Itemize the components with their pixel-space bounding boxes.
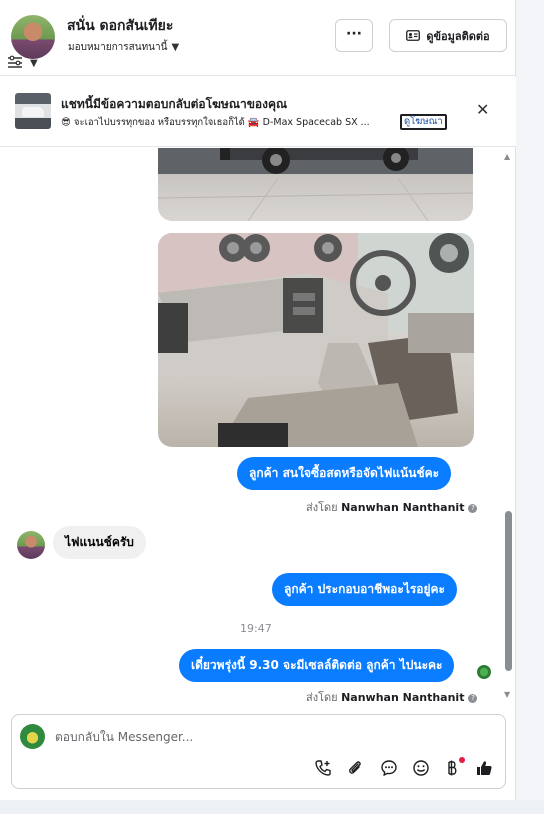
conversation-header: ▼ สนั่น ดอกสันเทียะ มอบหมายการสนทนานี้ ▼ …: [0, 0, 516, 76]
ad-reply-banner: แชทนี้มีข้อความตอบกลับต่อโฆษณาของคุณ 😎 จ…: [0, 77, 516, 147]
scrollbar-thumb[interactable]: [505, 511, 512, 671]
sender-name: Nanwhan Nanthanit: [341, 501, 465, 514]
chevron-down-icon: ▼: [171, 42, 180, 53]
contact-avatar-small[interactable]: [17, 531, 45, 559]
message-thread: ลูกค้า สนใจซื้อสดหรือจัดไฟแน้นช์คะ ส่งโด…: [0, 148, 516, 708]
message-composer: [11, 714, 506, 789]
window-edge: [516, 0, 544, 814]
contact-name: สนั่น ดอกสันเทียะ: [67, 18, 174, 34]
sliders-icon[interactable]: [7, 55, 23, 69]
sent-by-prefix: ส่งโดย: [306, 691, 338, 704]
more-options-button[interactable]: ···: [335, 19, 373, 52]
message-bubble-outgoing[interactable]: ลูกค้า ประกอบอาชีพอะไรอยู่คะ: [272, 573, 458, 606]
ad-banner-description: 😎 จะเอาไปบรรทุกของ หรือบรรทุกใจเธอก็ได้ …: [61, 117, 370, 128]
baht-payment-icon[interactable]: [443, 759, 461, 777]
view-contact-info-label: ดูข้อมูลติดต่อ: [426, 29, 490, 43]
conversation-panel: ▼ สนั่น ดอกสันเทียะ มอบหมายการสนทนานี้ ▼ …: [0, 0, 516, 800]
sent-by-prefix: ส่งโดย: [306, 501, 338, 514]
close-icon[interactable]: ✕: [476, 100, 489, 119]
call-add-icon[interactable]: [314, 759, 332, 777]
thumbs-up-icon[interactable]: [475, 759, 493, 777]
paperclip-icon[interactable]: [346, 759, 364, 777]
view-ad-link[interactable]: ดูโฆษณา: [400, 114, 447, 130]
window-edge-bottom: [0, 800, 544, 814]
assign-conversation-dropdown[interactable]: มอบหมายการสนทนานี้ ▼: [68, 40, 179, 55]
contact-card-icon: [406, 30, 421, 41]
message-timestamp: 19:47: [240, 622, 272, 635]
reply-input[interactable]: [55, 730, 475, 744]
chevron-down-icon[interactable]: ▼: [30, 58, 38, 69]
sent-by-label: ส่งโดย Nanwhan Nanthanit?: [306, 498, 478, 516]
contact-avatar[interactable]: [11, 15, 55, 59]
scroll-up-arrow-icon[interactable]: ▲: [504, 152, 510, 161]
assign-label: มอบหมายการสนทนานี้: [68, 42, 168, 53]
message-bubble-incoming[interactable]: ไฟแนนช์ครับ: [53, 526, 146, 559]
page-avatar: [20, 724, 45, 749]
notification-dot: [459, 757, 465, 763]
attached-photo-car-interior[interactable]: [158, 233, 474, 447]
ad-banner-title: แชทนี้มีข้อความตอบกลับต่อโฆษณาของคุณ: [61, 97, 288, 111]
info-icon[interactable]: ?: [468, 504, 478, 513]
attached-photo-car-floor[interactable]: [158, 148, 473, 221]
message-bubble-outgoing[interactable]: ลูกค้า สนใจซื้อสดหรือจัดไฟแน้นช์คะ: [237, 457, 452, 490]
view-contact-info-button[interactable]: ดูข้อมูลติดต่อ: [389, 19, 507, 52]
ad-thumbnail: [15, 93, 51, 129]
seen-avatar-icon: [477, 665, 491, 679]
message-bubble-outgoing[interactable]: เดี๋ยวพรุ่งนี้ 9.30 จะมีเซลล์ติดต่อ ลูกค…: [179, 649, 455, 682]
scroll-down-arrow-icon[interactable]: ▼: [504, 690, 510, 699]
emoji-icon[interactable]: [412, 759, 430, 777]
sender-name: Nanwhan Nanthanit: [341, 691, 465, 704]
sent-by-label: ส่งโดย Nanwhan Nanthanit?: [306, 688, 478, 706]
saved-replies-icon[interactable]: [380, 759, 398, 777]
info-icon[interactable]: ?: [468, 694, 478, 703]
